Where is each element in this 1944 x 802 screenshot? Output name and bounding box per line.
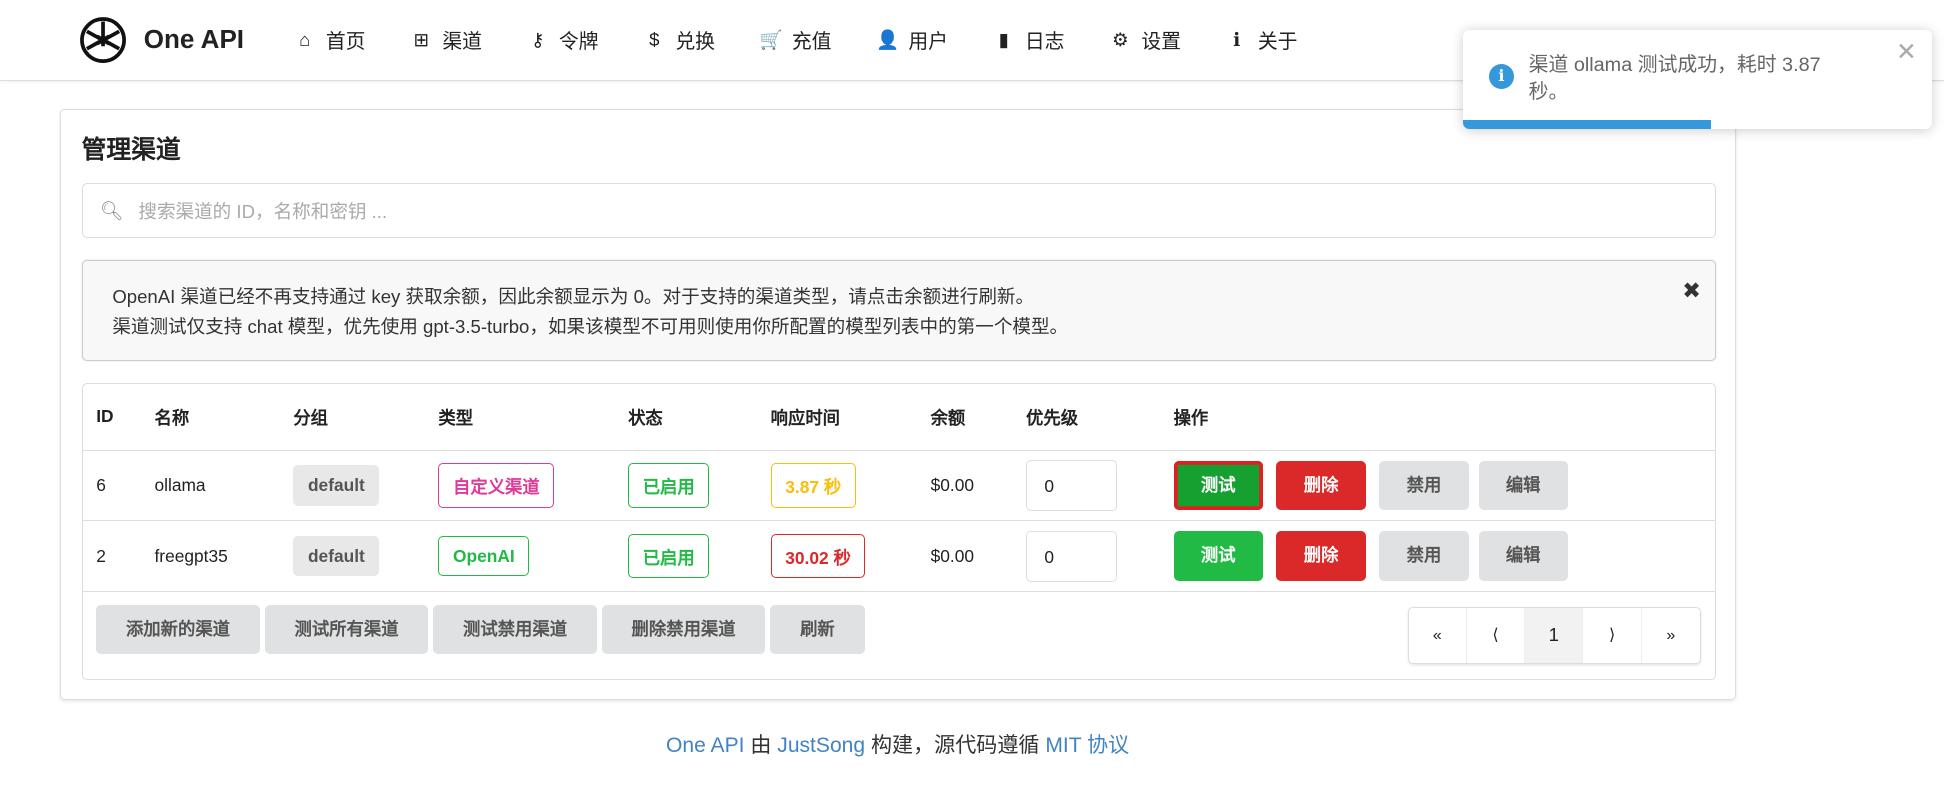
nav-item-4[interactable]: 🛒 充值 — [760, 25, 832, 54]
search-placeholder: 搜索渠道的 ID，名称和密钥 ... — [138, 201, 388, 222]
response-time-label[interactable]: 3.87 秒 — [770, 463, 856, 508]
nav-item-label: 日志 — [1024, 31, 1065, 54]
nav-item-0[interactable]: ⌂ 首页 — [294, 25, 366, 54]
status-label: 已启用 — [628, 463, 710, 508]
nav-item-label: 首页 — [325, 31, 366, 54]
nav-item-1[interactable]: ⊞ 渠道 — [410, 25, 482, 54]
channel-id: 6 — [96, 475, 106, 496]
delete-button[interactable]: 删除 — [1276, 460, 1366, 511]
delete-button[interactable]: 删除 — [1276, 531, 1366, 582]
test-button[interactable]: 测试 — [1173, 460, 1263, 511]
info-icon: i — [1488, 64, 1514, 90]
page-first-button[interactable]: « — [1409, 608, 1467, 664]
search-input[interactable]: 🔍︎ 搜索渠道的 ID，名称和密钥 ... — [81, 183, 1716, 238]
edit-button[interactable]: 编辑 — [1478, 531, 1568, 582]
test-button[interactable]: 测试 — [1173, 531, 1263, 582]
type-label: OpenAI — [438, 536, 530, 577]
message-line-2: 渠道测试仅支持 chat 模型，优先使用 gpt-3.5-turbo，如果该模型… — [112, 315, 1069, 337]
info-icon: ℹ — [1233, 28, 1241, 50]
page-next-button[interactable]: ⟩ — [1583, 608, 1642, 664]
nav-item-5[interactable]: 👤 用户 — [876, 25, 948, 54]
page-prev-button[interactable]: ⟨ — [1467, 608, 1526, 664]
toast-notification: i 渠道 ollama 测试成功，耗时 3.87 秒。 ✕ — [1462, 29, 1932, 129]
edit-button[interactable]: 编辑 — [1478, 460, 1568, 511]
book-icon: ▮ — [998, 28, 1009, 50]
column-header: ID — [96, 406, 114, 427]
nav-item-6[interactable]: ▮ 日志 — [993, 25, 1065, 54]
balance-value[interactable]: $0.00 — [931, 546, 974, 567]
footer-text: 构建，源代码遵循 — [865, 734, 1046, 757]
test-disabled-channels-button[interactable]: 测试禁用渠道 — [433, 604, 597, 655]
nav-item-7[interactable]: ⚙ 设置 — [1109, 25, 1181, 54]
test-all-channels-button[interactable]: 测试所有渠道 — [264, 604, 429, 655]
footer-text: 由 — [744, 734, 778, 757]
disable-button[interactable]: 禁用 — [1379, 460, 1469, 511]
nav-item-label: 设置 — [1141, 31, 1181, 54]
group-label: default — [293, 465, 380, 506]
table-header: ID 名称 分组 类型 状态 响应时间 余额 优先级 操作 — [82, 384, 1715, 451]
channel-id: 2 — [96, 545, 106, 566]
brand-name: One API — [143, 24, 245, 55]
home-icon: ⌂ — [299, 28, 311, 50]
toast-progress-bar — [1462, 120, 1712, 129]
priority-input[interactable]: 0 — [1026, 530, 1117, 582]
column-header: 操作 — [1173, 408, 1209, 429]
refresh-button[interactable]: 刷新 — [770, 604, 865, 655]
nav-item-label: 关于 — [1257, 31, 1298, 54]
nav-item-3[interactable]: $ 兑换 — [643, 25, 715, 54]
type-label: 自定义渠道 — [438, 463, 555, 508]
toast-close-icon[interactable]: ✕ — [1896, 37, 1917, 67]
channel-management-card: 管理渠道 🔍︎ 搜索渠道的 ID，名称和密钥 ... OpenAI 渠道已经不再… — [59, 109, 1736, 701]
priority-input[interactable]: 0 — [1026, 460, 1117, 512]
gear-icon: ⚙ — [1111, 28, 1129, 50]
page-1-button[interactable]: 1 — [1525, 608, 1584, 664]
table-row: 2 freegpt35 default OpenAI 已启用 30.02 秒 $0.00 0 测… — [82, 521, 1715, 593]
column-header: 类型 — [438, 408, 474, 429]
toast-message: 渠道 ollama 测试成功，耗时 3.87 秒。 — [1528, 54, 1821, 104]
channel-table: ID 名称 分组 类型 状态 响应时间 余额 优先级 操作 6 ollama default 自定义渠… — [81, 382, 1716, 681]
brand-logo[interactable]: One API — [77, 14, 244, 66]
channel-name: ollama — [154, 475, 206, 496]
search-icon: 🔍︎ — [99, 199, 124, 221]
balance-value[interactable]: $0.00 — [931, 475, 974, 496]
nav-item-label: 充值 — [791, 31, 832, 54]
page-last-button[interactable]: » — [1642, 608, 1700, 663]
pagination: « ⟨ 1 ⟩ » — [1407, 607, 1701, 665]
page-footer: One API 由 JustSong 构建，源代码遵循 MIT 协议 — [0, 729, 1870, 759]
one-api-link[interactable]: One API — [666, 734, 744, 757]
delete-disabled-channels-button[interactable]: 删除禁用渠道 — [601, 604, 766, 655]
justsong-link[interactable]: JustSong — [777, 734, 865, 757]
close-icon[interactable]: ✖ — [1682, 276, 1701, 306]
table-row: 6 ollama default 自定义渠道 已启用 3.87 秒 $0.00 0 测试 删除 禁用… — [82, 451, 1715, 522]
response-time-label[interactable]: 30.02 秒 — [770, 534, 866, 579]
message-line-1: OpenAI 渠道已经不再支持通过 key 获取余额，因此余额显示为 0。对于支… — [112, 286, 1035, 308]
nav-item-label: 令牌 — [558, 31, 599, 54]
mit-license-link[interactable]: MIT 协议 — [1045, 734, 1129, 757]
info-message: OpenAI 渠道已经不再支持通过 key 获取余额，因此余额显示为 0。对于支… — [81, 260, 1716, 361]
user-icon: 👤 — [876, 28, 900, 50]
nav-item-label: 用户 — [908, 31, 948, 54]
channel-name: freegpt35 — [154, 545, 228, 566]
column-header: 状态 — [628, 408, 663, 429]
column-header: 分组 — [293, 408, 329, 429]
dollar-icon: $ — [649, 28, 660, 50]
column-header: 余额 — [930, 408, 966, 429]
nav-item-2[interactable]: ⚷ 令牌 — [527, 25, 599, 54]
disable-button[interactable]: 禁用 — [1379, 531, 1469, 582]
status-label: 已启用 — [628, 534, 710, 579]
group-label: default — [293, 536, 380, 577]
add-channel-button[interactable]: 添加新的渠道 — [96, 604, 260, 655]
key-icon: ⚷ — [530, 28, 545, 50]
nav-item-8[interactable]: ℹ 关于 — [1226, 25, 1298, 54]
column-header: 优先级 — [1026, 408, 1079, 429]
cart-icon: 🛒 — [759, 28, 783, 50]
nav-item-label: 渠道 — [442, 31, 482, 54]
sitemap-icon: ⊞ — [413, 28, 430, 50]
page-title: 管理渠道 — [81, 136, 181, 164]
column-header: 名称 — [154, 408, 190, 429]
column-header: 响应时间 — [770, 408, 841, 429]
nav-item-label: 兑换 — [675, 31, 715, 54]
openai-logo-icon — [79, 16, 126, 63]
